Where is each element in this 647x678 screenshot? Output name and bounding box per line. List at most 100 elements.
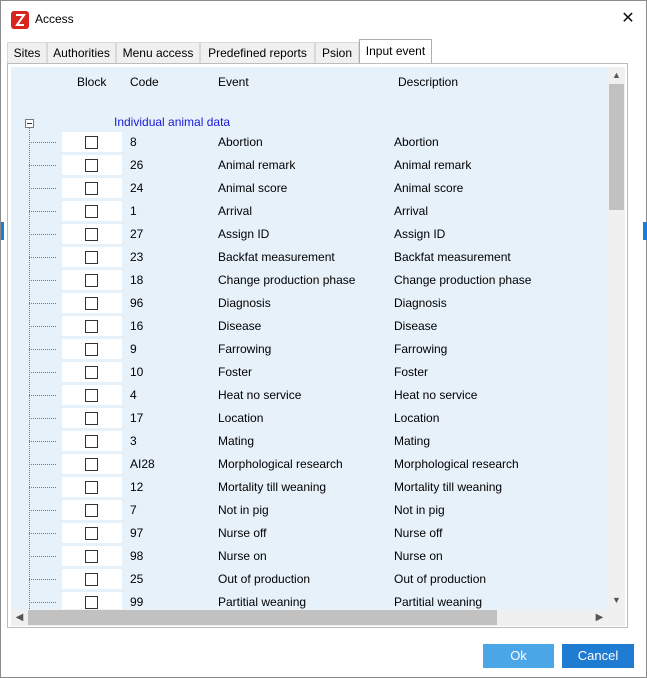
tree-branch [29,556,56,557]
table-row[interactable]: 23 Backfat measurement Backfat measurement [11,246,608,269]
table-row[interactable]: 9 Farrowing Farrowing [11,338,608,361]
table-row[interactable]: 96 Diagnosis Diagnosis [11,292,608,315]
code-cell: 16 [130,319,144,333]
vertical-scrollbar[interactable]: ▲ ▼ [608,67,625,609]
scroll-up-icon[interactable]: ▲ [608,67,625,84]
description-cell: Change production phase [394,273,532,287]
block-checkbox[interactable] [85,228,98,241]
table-row[interactable]: 7 Not in pig Not in pig [11,499,608,522]
block-checkbox[interactable] [85,366,98,379]
description-cell: Animal remark [394,158,472,172]
block-checkbox[interactable] [85,527,98,540]
table-row[interactable]: 3 Mating Mating [11,430,608,453]
table-row[interactable]: 8 Abortion Abortion [11,131,608,154]
header-block[interactable]: Block [77,75,106,89]
event-cell: Abortion [218,135,263,149]
code-cell: 12 [130,480,144,494]
code-cell: 18 [130,273,144,287]
tree-branch [29,142,56,143]
vertical-scroll-thumb[interactable] [609,84,624,210]
table-row[interactable]: 17 Location Location [11,407,608,430]
tree-branch [29,165,56,166]
header-code[interactable]: Code [130,75,159,89]
collapse-icon[interactable] [25,119,34,128]
right-accent-bar [643,222,647,240]
tree-branch [29,234,56,235]
block-checkbox[interactable] [85,550,98,563]
scroll-down-icon[interactable]: ▼ [608,592,625,609]
tab-sites[interactable]: Sites [7,42,47,63]
tab-predefined-reports[interactable]: Predefined reports [200,42,315,63]
table-row[interactable]: 18 Change production phase Change producti… [11,269,608,292]
horizontal-scrollbar[interactable]: ◀ ▶ [11,609,608,626]
block-checkbox[interactable] [85,596,98,609]
block-checkbox[interactable] [85,573,98,586]
description-cell: Farrowing [394,342,448,356]
tab-psion[interactable]: Psion [315,42,359,63]
description-cell: Out of production [394,572,487,586]
table-row[interactable]: 98 Nurse on Nurse on [11,545,608,568]
description-cell: Diagnosis [394,296,447,310]
block-checkbox[interactable] [85,458,98,471]
block-checkbox[interactable] [85,320,98,333]
event-cell: Change production phase [218,273,356,287]
table-row[interactable]: 97 Nurse off Nurse off [11,522,608,545]
table-row[interactable]: AI28 Morphological research Morphological … [11,453,608,476]
group-label[interactable]: Individual animal data [114,115,230,129]
ok-button[interactable]: Ok [483,644,554,668]
scroll-left-icon[interactable]: ◀ [11,609,28,626]
table-row[interactable]: 25 Out of production Out of production [11,568,608,591]
event-cell: Nurse off [218,526,267,540]
block-checkbox[interactable] [85,159,98,172]
tab-input-event[interactable]: Input event [359,39,432,63]
header-event[interactable]: Event [218,75,249,89]
table-row[interactable]: 24 Animal score Animal score [11,177,608,200]
block-checkbox[interactable] [85,389,98,402]
event-cell: Partitial weaning [218,595,307,609]
code-cell: 17 [130,411,144,425]
code-cell: 23 [130,250,144,264]
scroll-right-icon[interactable]: ▶ [591,609,608,626]
tree-branch [29,303,56,304]
table-row[interactable]: 1 Arrival Arrival [11,200,608,223]
block-checkbox[interactable] [85,182,98,195]
tab-authorities[interactable]: Authorities [47,42,116,63]
table-row[interactable]: 27 Assign ID Assign ID [11,223,608,246]
block-checkbox[interactable] [85,343,98,356]
tree-branch [29,280,56,281]
code-cell: 7 [130,503,137,517]
description-cell: Heat no service [394,388,478,402]
description-cell: Assign ID [394,227,446,241]
description-cell: Morphological research [394,457,519,471]
code-cell: 3 [130,434,137,448]
table-row[interactable]: 99 Partitial weaning Partitial weaning [11,591,608,609]
tree-branch [29,464,56,465]
table-row[interactable]: 4 Heat no service Heat no service [11,384,608,407]
cancel-button[interactable]: Cancel [562,644,634,668]
event-cell: Farrowing [218,342,272,356]
description-cell: Mortality till weaning [394,480,503,494]
block-checkbox[interactable] [85,136,98,149]
table-row[interactable]: 12 Mortality till weaning Mortality till w… [11,476,608,499]
block-checkbox[interactable] [85,251,98,264]
block-checkbox[interactable] [85,297,98,310]
table-row[interactable]: 10 Foster Foster [11,361,608,384]
close-icon[interactable]: ✕ [615,7,641,31]
header-description[interactable]: Description [398,75,458,89]
block-checkbox[interactable] [85,412,98,425]
block-checkbox[interactable] [85,504,98,517]
block-checkbox[interactable] [85,205,98,218]
table-row[interactable]: 16 Disease Disease [11,315,608,338]
block-checkbox[interactable] [85,274,98,287]
horizontal-scroll-thumb[interactable] [28,610,497,625]
table-row[interactable]: 26 Animal remark Animal remark [11,154,608,177]
block-checkbox[interactable] [85,481,98,494]
tree-branch [29,326,56,327]
code-cell: 8 [130,135,137,149]
event-cell: Foster [218,365,253,379]
scroll-corner [608,609,625,626]
block-checkbox[interactable] [85,435,98,448]
code-cell: 99 [130,595,144,609]
tree-branch [29,395,56,396]
tab-menu-access[interactable]: Menu access [116,42,200,63]
